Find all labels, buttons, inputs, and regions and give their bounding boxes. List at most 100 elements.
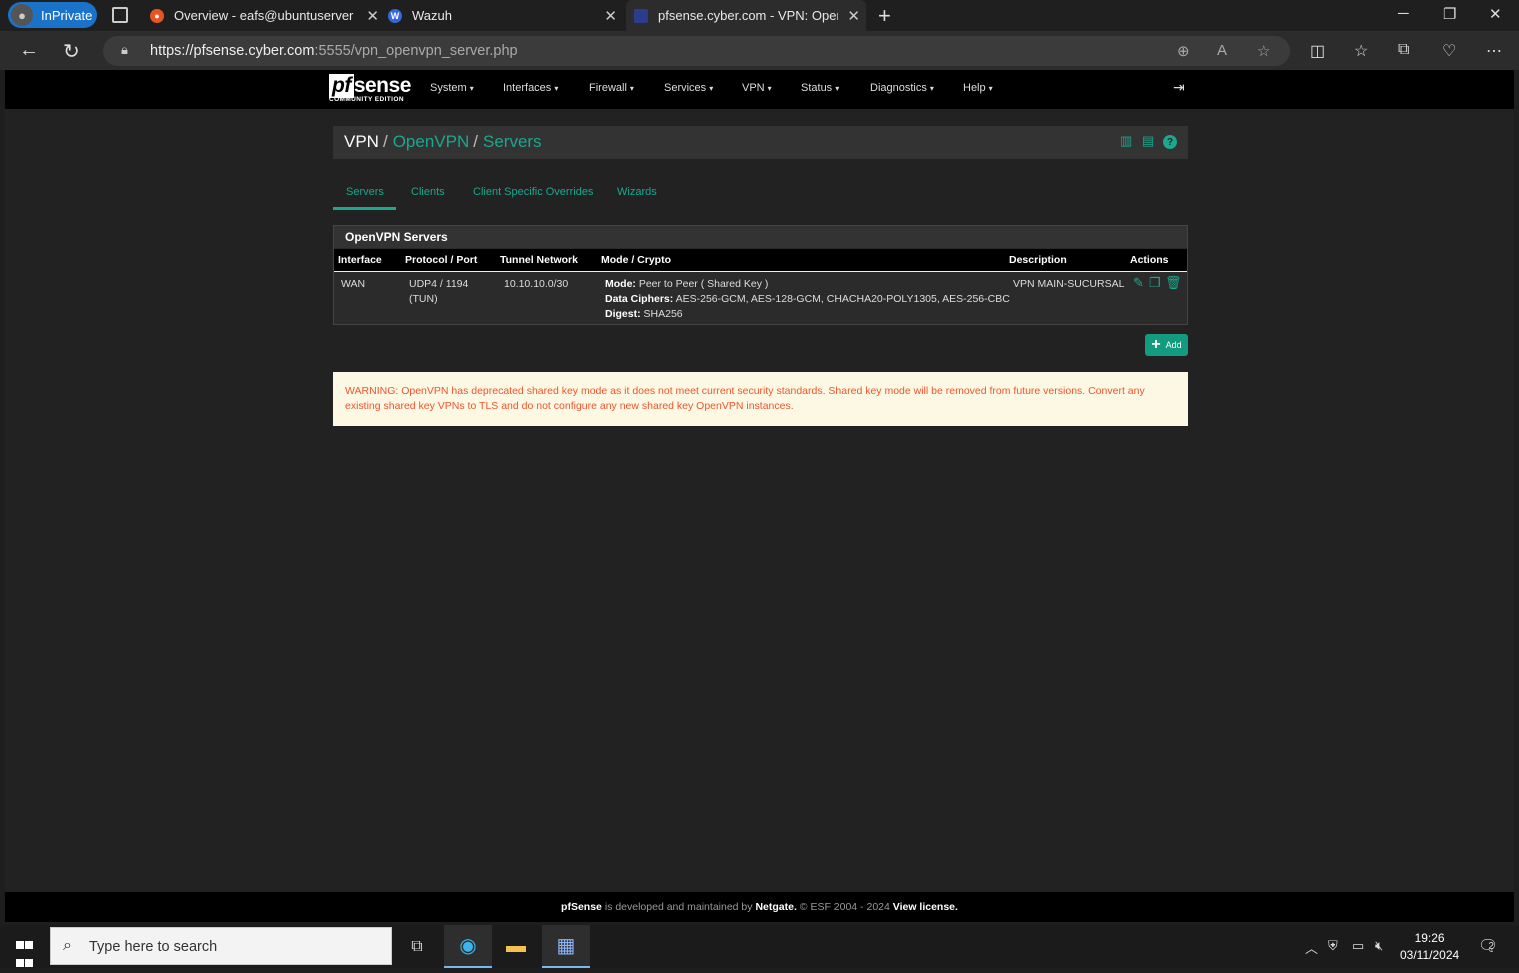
tab-title: pfsense.cyber.com - VPN: OpenVI [658, 8, 838, 23]
page-footer: pfSense is developed and maintained by N… [5, 892, 1514, 922]
close-tab-icon[interactable]: ✕ [366, 7, 379, 25]
copy-icon[interactable]: ❐ [1149, 275, 1161, 291]
browser-tab-pfsense[interactable]: pfsense.cyber.com - VPN: OpenVI ✕ [626, 0, 866, 31]
log-icon[interactable]: ▤ [1142, 133, 1154, 149]
cell-digest: Digest: SHA256 [605, 308, 683, 320]
more-menu-icon[interactable]: ⋯ [1486, 41, 1502, 61]
col-actions: Actions [1130, 254, 1169, 266]
breadcrumb-openvpn[interactable]: OpenVPN [393, 132, 470, 151]
menu-system[interactable]: System ▾ [430, 82, 474, 94]
deprecation-warning: WARNING: OpenVPN has deprecated shared k… [333, 372, 1188, 426]
cell-interface: WAN [341, 278, 366, 290]
cell-ciphers: Data Ciphers: AES-256-GCM, AES-128-GCM, … [605, 293, 1010, 305]
read-aloud-icon[interactable]: A [1217, 42, 1227, 59]
col-interface: Interface [338, 254, 382, 266]
refresh-icon[interactable]: ↻ [63, 39, 80, 64]
tab-client-specific-overrides[interactable]: Client Specific Overrides [473, 186, 593, 198]
browser-essentials-icon[interactable]: ♡ [1442, 41, 1456, 61]
menu-help[interactable]: Help ▾ [963, 82, 993, 94]
active-tab-indicator [333, 207, 396, 210]
menu-status[interactable]: Status ▾ [801, 82, 839, 94]
close-window-icon[interactable]: ✕ [1489, 5, 1502, 23]
clock-time: 19:26 [1414, 931, 1445, 945]
notifications-icon[interactable]: 🗨︎2 [1478, 936, 1504, 956]
edge-browser-icon[interactable]: ◉ [444, 925, 492, 968]
menu-vpn[interactable]: VPN ▾ [742, 82, 772, 94]
header-divider [334, 271, 1187, 272]
menu-firewall[interactable]: Firewall ▾ [589, 82, 634, 94]
footer-netgate-link[interactable]: Netgate. [755, 901, 796, 913]
favorite-star-icon[interactable]: ☆ [1257, 42, 1270, 60]
file-explorer-icon[interactable]: ▬ [492, 925, 540, 968]
tab-clients[interactable]: Clients [411, 186, 445, 198]
back-icon[interactable]: ← [19, 39, 39, 62]
tab-title: Overview - eafs@ubuntuserver91 [174, 8, 354, 23]
tab-wizards[interactable]: Wizards [617, 186, 657, 198]
browser-tab-wazuh[interactable]: W Wazuh ✕ [388, 0, 623, 31]
tray-overflow-icon[interactable]: ︿ [1305, 938, 1318, 957]
wazuh-icon: W [388, 8, 402, 23]
pfsense-icon [634, 8, 648, 23]
url-field[interactable]: 🔒︎ https://pfsense.cyber.com:5555/vpn_op… [103, 36, 1290, 66]
address-bar-row: ← ↻ 🔒︎ https://pfsense.cyber.com:5555/vp… [0, 31, 1519, 70]
trash-icon[interactable]: 🗑︎ [1165, 275, 1182, 291]
volume-muted-icon[interactable]: 🔇︎ [1375, 938, 1383, 954]
restore-icon[interactable]: ❐ [1443, 5, 1456, 23]
help-icon[interactable]: ? [1163, 135, 1177, 149]
tab-servers[interactable]: Servers [346, 186, 384, 198]
inprivate-label: InPrivate [41, 7, 93, 23]
tab-actions-icon[interactable] [112, 7, 128, 23]
cell-description: VPN MAIN-SUCURSAL [1013, 278, 1125, 290]
cell-mode: Mode: Peer to Peer ( Shared Key ) [605, 278, 769, 290]
url-host: https://pfsense.cyber.com [150, 43, 315, 59]
pfsense-logo[interactable]: pf sense COMMUNITY EDITION [329, 74, 411, 103]
lock-icon: 🔒︎ [121, 42, 128, 57]
breadcrumb-servers[interactable]: Servers [483, 132, 542, 151]
collections-icon[interactable]: ⧉ [1398, 41, 1409, 59]
server-manager-icon[interactable]: ▦ [542, 925, 590, 968]
menu-interfaces[interactable]: Interfaces ▾ [503, 82, 558, 94]
view-license-link[interactable]: View license. [893, 901, 958, 913]
panel-title: OpenVPN Servers [334, 226, 1187, 248]
cell-protocol: UDP4 / 1194 [409, 278, 469, 290]
close-tab-icon[interactable]: ✕ [604, 7, 617, 25]
security-icon[interactable]: ⛨ [1328, 938, 1338, 954]
menu-diagnostics[interactable]: Diagnostics ▾ [870, 82, 934, 94]
top-navbar: pf sense COMMUNITY EDITION System ▾ Interf… [5, 70, 1514, 109]
task-view-icon[interactable]: ⧉ [393, 925, 441, 968]
new-tab-icon[interactable]: + [878, 3, 891, 29]
menu-services[interactable]: Services ▾ [664, 82, 713, 94]
col-description: Description [1009, 254, 1067, 266]
favorites-icon[interactable]: ☆ [1354, 41, 1368, 61]
footer-brand: pfSense [561, 901, 602, 913]
ubuntu-icon: ● [150, 8, 164, 23]
clock-date: 03/11/2024 [1400, 948, 1460, 962]
edit-pencil-icon[interactable]: ✎ [1133, 275, 1144, 291]
openvpn-servers-panel: OpenVPN Servers Interface Protocol / Por… [333, 225, 1188, 325]
col-tunnel-network: Tunnel Network [500, 254, 578, 266]
zoom-icon[interactable]: ⊕ [1177, 42, 1190, 60]
minimize-icon[interactable]: ─ [1398, 5, 1409, 22]
plus-icon: + [1151, 336, 1161, 353]
cell-tunnel: 10.10.10.0/30 [504, 278, 569, 290]
taskbar-clock[interactable]: 19:26 03/11/2024 [1400, 930, 1459, 964]
url-path: :5555/vpn_openvpn_server.php [314, 43, 518, 59]
inprivate-badge[interactable]: ● InPrivate [8, 2, 97, 28]
status-graph-icon[interactable]: ▥ [1120, 133, 1132, 149]
browser-tab-overview[interactable]: ● Overview - eafs@ubuntuserver91 ✕ [150, 0, 385, 31]
add-server-button[interactable]: + Add [1145, 334, 1188, 356]
taskbar-search-box[interactable]: ⌕ Type here to search [50, 927, 392, 965]
network-icon[interactable]: ▭ [1352, 938, 1364, 954]
cell-protocol-mode: (TUN) [409, 293, 438, 305]
search-icon: ⌕ [63, 937, 72, 954]
col-mode-crypto: Mode / Crypto [601, 254, 671, 266]
pfsense-page: pf sense COMMUNITY EDITION System ▾ Interf… [5, 70, 1514, 922]
browser-tab-bar: ● InPrivate ● Overview - eafs@ubuntuserv… [0, 0, 1519, 31]
split-screen-icon[interactable]: ◫ [1310, 41, 1325, 61]
logout-icon[interactable]: ⇥ [1173, 79, 1185, 96]
profile-avatar-icon: ● [11, 4, 33, 26]
col-protocol-port: Protocol / Port [405, 254, 478, 266]
close-tab-icon[interactable]: ✕ [847, 7, 860, 25]
table-header: Interface Protocol / Port Tunnel Network… [334, 249, 1187, 271]
search-placeholder: Type here to search [89, 939, 218, 955]
